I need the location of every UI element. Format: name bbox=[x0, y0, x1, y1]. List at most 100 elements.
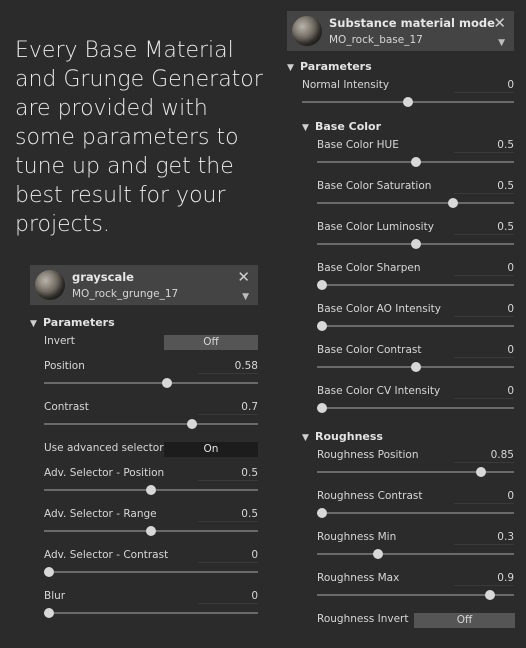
slider-thumb[interactable] bbox=[410, 362, 421, 372]
slider-thumb[interactable] bbox=[317, 321, 327, 331]
invert-row: Invert Off bbox=[44, 333, 258, 358]
rough-max-label: Roughness Max bbox=[317, 572, 400, 584]
bc-sharpen-slider[interactable] bbox=[317, 280, 514, 290]
slider-thumb[interactable] bbox=[317, 508, 327, 518]
position-row: Position 0.58 bbox=[44, 358, 258, 399]
bc-hue-value[interactable]: 0.5 bbox=[454, 139, 514, 153]
slider-thumb[interactable] bbox=[317, 403, 327, 413]
slider-thumb[interactable] bbox=[447, 198, 458, 208]
material-thumbnail bbox=[292, 16, 322, 46]
slider-thumb[interactable] bbox=[475, 467, 486, 477]
adv-contrast-slider[interactable] bbox=[44, 567, 258, 577]
slider-thumb[interactable] bbox=[410, 239, 421, 249]
bc-ao-label: Base Color AO Intensity bbox=[317, 303, 441, 315]
rough-min-slider[interactable] bbox=[317, 549, 514, 559]
adv-contrast-value[interactable]: 0 bbox=[198, 549, 258, 563]
bc-ao-row: Base Color AO Intensity 0 bbox=[317, 301, 514, 342]
material-file: MO_rock_grunge_17 bbox=[72, 288, 179, 300]
blur-row: Blur 0 bbox=[44, 588, 258, 629]
bc-saturation-value[interactable]: 0.5 bbox=[454, 180, 514, 194]
bc-contrast-label: Base Color Contrast bbox=[317, 344, 422, 356]
material-selector[interactable]: grayscale MO_rock_grunge_17 ✕ ▼ bbox=[30, 265, 258, 305]
rough-contrast-value[interactable]: 0 bbox=[454, 490, 514, 504]
normal-intensity-label: Normal Intensity bbox=[302, 79, 390, 91]
section-roughness[interactable]: ▼ Roughness bbox=[302, 427, 514, 447]
chevron-down-icon[interactable]: ▼ bbox=[242, 292, 249, 302]
rough-min-label: Roughness Min bbox=[317, 531, 397, 543]
contrast-value[interactable]: 0.7 bbox=[198, 401, 258, 415]
material-file: MO_rock_base_17 bbox=[329, 34, 423, 46]
slider-thumb[interactable] bbox=[146, 526, 156, 536]
rough-max-value[interactable]: 0.9 bbox=[454, 572, 514, 586]
material-name: grayscale bbox=[72, 270, 134, 284]
bc-luminosity-value[interactable]: 0.5 bbox=[454, 221, 514, 235]
rough-min-value[interactable]: 0.3 bbox=[454, 531, 514, 545]
rough-invert-toggle[interactable]: Off bbox=[414, 613, 515, 628]
adv-range-slider[interactable] bbox=[44, 526, 258, 536]
bc-cv-label: Base Color CV Intensity bbox=[317, 385, 441, 397]
adv-range-value[interactable]: 0.5 bbox=[198, 508, 258, 522]
rough-min-row: Roughness Min 0.3 bbox=[317, 529, 514, 570]
section-parameters[interactable]: ▼ Parameters bbox=[287, 57, 514, 77]
rough-position-label: Roughness Position bbox=[317, 449, 419, 461]
blur-label: Blur bbox=[44, 590, 66, 602]
position-value[interactable]: 0.58 bbox=[198, 360, 258, 374]
slider-thumb[interactable] bbox=[403, 97, 413, 107]
normal-intensity-row: Normal Intensity 0 bbox=[302, 77, 514, 118]
slider-thumb[interactable] bbox=[186, 419, 197, 429]
section-parameters[interactable]: ▼ Parameters bbox=[30, 313, 258, 333]
adv-range-row: Adv. Selector - Range 0.5 bbox=[44, 506, 258, 547]
bc-hue-row: Base Color HUE 0.5 bbox=[317, 137, 514, 178]
normal-intensity-value[interactable]: 0 bbox=[454, 79, 514, 93]
headline-text: Every Base Material and Grunge Generator… bbox=[15, 38, 263, 237]
slider-thumb[interactable] bbox=[317, 280, 327, 290]
bc-hue-slider[interactable] bbox=[317, 157, 514, 167]
bc-hue-label: Base Color HUE bbox=[317, 139, 399, 151]
slider-thumb[interactable] bbox=[146, 485, 156, 495]
bc-cv-slider[interactable] bbox=[317, 403, 514, 413]
material-thumbnail bbox=[35, 270, 65, 300]
slider-thumb[interactable] bbox=[410, 157, 421, 167]
bc-contrast-row: Base Color Contrast 0 bbox=[317, 342, 514, 383]
bc-ao-slider[interactable] bbox=[317, 321, 514, 331]
grunge-panel: grayscale MO_rock_grunge_17 ✕ ▼ ▼ Paramet… bbox=[30, 265, 258, 629]
blur-slider[interactable] bbox=[44, 608, 258, 618]
rough-position-value[interactable]: 0.85 bbox=[454, 449, 514, 463]
advanced-toggle[interactable]: On bbox=[164, 442, 258, 457]
rough-contrast-row: Roughness Contrast 0 bbox=[317, 488, 514, 529]
normal-intensity-slider[interactable] bbox=[302, 97, 514, 107]
bc-luminosity-slider[interactable] bbox=[317, 239, 514, 249]
bc-cv-value[interactable]: 0 bbox=[454, 385, 514, 399]
chevron-down-icon[interactable]: ▼ bbox=[498, 38, 505, 48]
rough-contrast-slider[interactable] bbox=[317, 508, 514, 518]
slider-thumb[interactable] bbox=[373, 549, 384, 559]
close-icon[interactable]: ✕ bbox=[237, 268, 250, 286]
rough-max-slider[interactable] bbox=[317, 590, 514, 600]
bc-saturation-label: Base Color Saturation bbox=[317, 180, 432, 192]
bc-contrast-value[interactable]: 0 bbox=[454, 344, 514, 358]
position-slider[interactable] bbox=[44, 378, 258, 388]
material-selector[interactable]: Substance material mode MO_rock_base_17 … bbox=[287, 11, 514, 51]
adv-position-value[interactable]: 0.5 bbox=[198, 467, 258, 481]
slider-thumb[interactable] bbox=[485, 590, 496, 600]
contrast-slider[interactable] bbox=[44, 419, 258, 429]
invert-toggle[interactable]: Off bbox=[164, 335, 258, 350]
adv-range-label: Adv. Selector - Range bbox=[44, 508, 157, 520]
close-icon[interactable]: ✕ bbox=[493, 14, 506, 32]
rough-position-row: Roughness Position 0.85 bbox=[317, 447, 514, 488]
bc-saturation-slider[interactable] bbox=[317, 198, 514, 208]
slider-thumb[interactable] bbox=[44, 608, 54, 618]
bc-ao-value[interactable]: 0 bbox=[454, 303, 514, 317]
adv-position-slider[interactable] bbox=[44, 485, 258, 495]
rough-position-slider[interactable] bbox=[317, 467, 514, 477]
adv-contrast-row: Adv. Selector - Contrast 0 bbox=[44, 547, 258, 588]
contrast-label: Contrast bbox=[44, 401, 89, 413]
blur-value[interactable]: 0 bbox=[198, 590, 258, 604]
bc-sharpen-value[interactable]: 0 bbox=[454, 262, 514, 276]
slider-thumb[interactable] bbox=[162, 378, 173, 388]
advanced-label: Use advanced selector bbox=[44, 442, 164, 454]
section-base-color[interactable]: ▼ Base Color bbox=[302, 117, 514, 137]
expand-triangle-icon: ▼ bbox=[287, 63, 294, 73]
slider-thumb[interactable] bbox=[44, 567, 54, 577]
bc-contrast-slider[interactable] bbox=[317, 362, 514, 372]
